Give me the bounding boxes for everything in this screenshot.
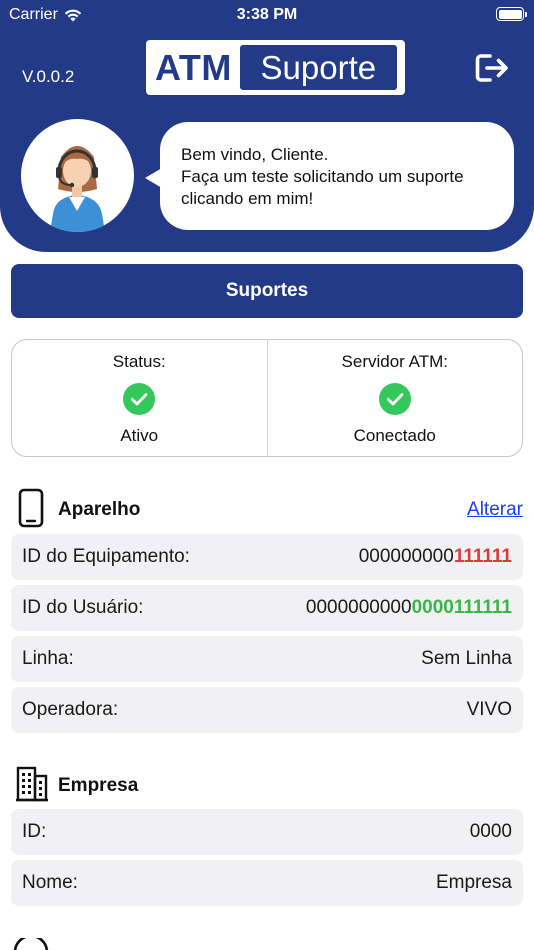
- header-panel: Carrier 3:38 PM V.0.0.2 ATM Suporte Bem …: [0, 0, 534, 252]
- welcome-instruction: Faça um teste solicitando um suporte cli…: [181, 167, 464, 208]
- company-id-row: ID: 0000: [11, 809, 523, 855]
- company-name-row: Nome: Empresa: [11, 860, 523, 906]
- smartphone-icon: [18, 488, 44, 528]
- operator-value: VIVO: [466, 699, 512, 720]
- company-name-label: Nome:: [22, 872, 78, 893]
- user-id-row: ID do Usuário: 0000000000 0000111111: [11, 585, 523, 631]
- device-section-header: Aparelho Alterar: [14, 488, 524, 528]
- carrier-row: Operadora: VIVO: [11, 687, 523, 733]
- user-id-label: ID do Usuário:: [22, 597, 144, 618]
- support-agent-icon: [50, 146, 105, 232]
- status-title: Status:: [112, 352, 166, 371]
- server-column: Servidor ATM: Conectado: [266, 340, 523, 456]
- operator-label: Operadora:: [22, 699, 119, 720]
- app-logo: ATM Suporte: [146, 40, 405, 95]
- check-circle-icon: [123, 383, 156, 415]
- status-value: Ativo: [120, 426, 159, 445]
- server-title: Servidor ATM:: [341, 352, 448, 371]
- building-icon: [16, 766, 48, 802]
- battery-icon: [496, 7, 527, 21]
- edit-device-link[interactable]: Alterar: [467, 499, 523, 521]
- line-row: Linha: Sem Linha: [11, 636, 523, 682]
- device-id-label: ID do Equipamento:: [22, 546, 190, 567]
- line-label: Linha:: [22, 648, 74, 669]
- company-id-label: ID:: [22, 821, 47, 842]
- clock: 3:38 PM: [236, 6, 298, 23]
- status-bar: Carrier 3:38 PM: [0, 0, 534, 30]
- device-id-row: ID do Equipamento: 000000000 111111: [11, 534, 523, 580]
- device-section-title: Aparelho: [58, 499, 141, 520]
- app-version: V.0.0.2: [22, 67, 75, 86]
- server-value: Conectado: [353, 426, 436, 445]
- logo-atm-text: ATM: [155, 46, 232, 88]
- device-id-prefix: 000000000: [358, 546, 454, 567]
- company-id-value: 0000: [469, 821, 512, 842]
- status-panel: Status: Ativo Servidor ATM: Conectado: [11, 339, 523, 457]
- user-id-value: 0000000000 0000111111: [306, 597, 512, 619]
- welcome-speech-bubble[interactable]: Bem vindo, Cliente. Faça um teste solici…: [160, 122, 514, 230]
- line-value: Sem Linha: [421, 648, 512, 669]
- support-agent-avatar[interactable]: [21, 119, 134, 232]
- status-column: Status: Ativo: [12, 340, 267, 456]
- logo-suporte-text: Suporte: [239, 45, 397, 90]
- logout-button[interactable]: [473, 50, 511, 86]
- user-id-highlight: 0000111111: [411, 597, 512, 618]
- company-name-value: Empresa: [435, 872, 512, 893]
- company-section-header: Empresa: [14, 764, 524, 804]
- device-id-highlight: 111111: [453, 546, 512, 567]
- check-circle-icon: [378, 383, 411, 415]
- company-section-title: Empresa: [58, 775, 139, 796]
- user-id-prefix: 0000000000: [305, 597, 412, 618]
- welcome-greeting: Bem vindo, Cliente.: [181, 145, 329, 164]
- supports-button[interactable]: Suportes: [11, 264, 523, 318]
- device-id-value: 000000000 111111: [359, 546, 512, 568]
- next-section-icon: [13, 938, 49, 950]
- logout-icon: [475, 54, 508, 82]
